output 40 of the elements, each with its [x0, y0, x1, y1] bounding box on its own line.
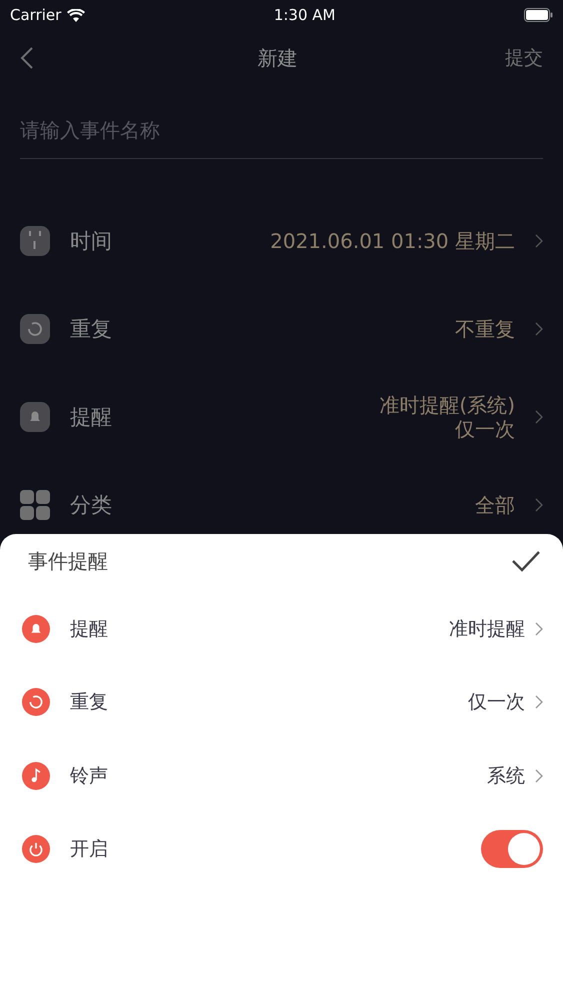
sheet-title: 事件提醒: [28, 548, 108, 574]
bell-icon: [22, 614, 50, 643]
page-title: 新建: [258, 44, 298, 72]
music-note-icon: [22, 762, 50, 790]
row-value: 仅一次: [455, 417, 515, 441]
option-selector[interactable]: 准时提醒: [449, 616, 543, 642]
row-label: 分类: [70, 492, 113, 519]
chevron-icon: [535, 410, 543, 424]
row-value: 2021.06.01 01:30 星期二: [270, 229, 515, 253]
option-label: 重复: [70, 690, 109, 716]
enable-switch[interactable]: [481, 830, 543, 868]
row-label: 时间: [70, 228, 113, 255]
event-name-field[interactable]: 请输入事件名称: [20, 114, 543, 159]
row-value: 全部: [475, 493, 515, 517]
carrier-label: Carrier: [10, 6, 62, 24]
chevron-icon: [535, 322, 543, 336]
wifi-icon: [67, 8, 86, 22]
battery-icon: [524, 8, 553, 22]
option-label: 铃声: [70, 764, 109, 789]
clock-time: 1:30 AM: [274, 6, 336, 24]
row-value: 准时提醒(系统): [379, 393, 515, 417]
option-label: 开启: [70, 837, 109, 862]
row-label: 重复: [70, 316, 113, 343]
chevron-icon: [535, 768, 543, 783]
option-label: 提醒: [70, 616, 109, 642]
grid-icon: [20, 490, 50, 520]
refresh-icon: [22, 688, 50, 716]
power-icon: [22, 835, 50, 864]
chevron-icon: [535, 695, 543, 710]
chevron-icon: [535, 234, 543, 248]
bell-icon: [20, 402, 50, 432]
row-value: 不重复: [455, 317, 515, 341]
chevron-icon: [535, 498, 543, 512]
row-label: 提醒: [70, 404, 113, 431]
refresh-icon: [20, 314, 50, 344]
option-selector[interactable]: 系统: [487, 762, 543, 789]
chevron-icon: [535, 622, 543, 636]
submit-button[interactable]: 提交: [505, 45, 543, 71]
confirm-check-icon[interactable]: [511, 550, 541, 572]
option-selector[interactable]: 仅一次: [468, 689, 543, 716]
